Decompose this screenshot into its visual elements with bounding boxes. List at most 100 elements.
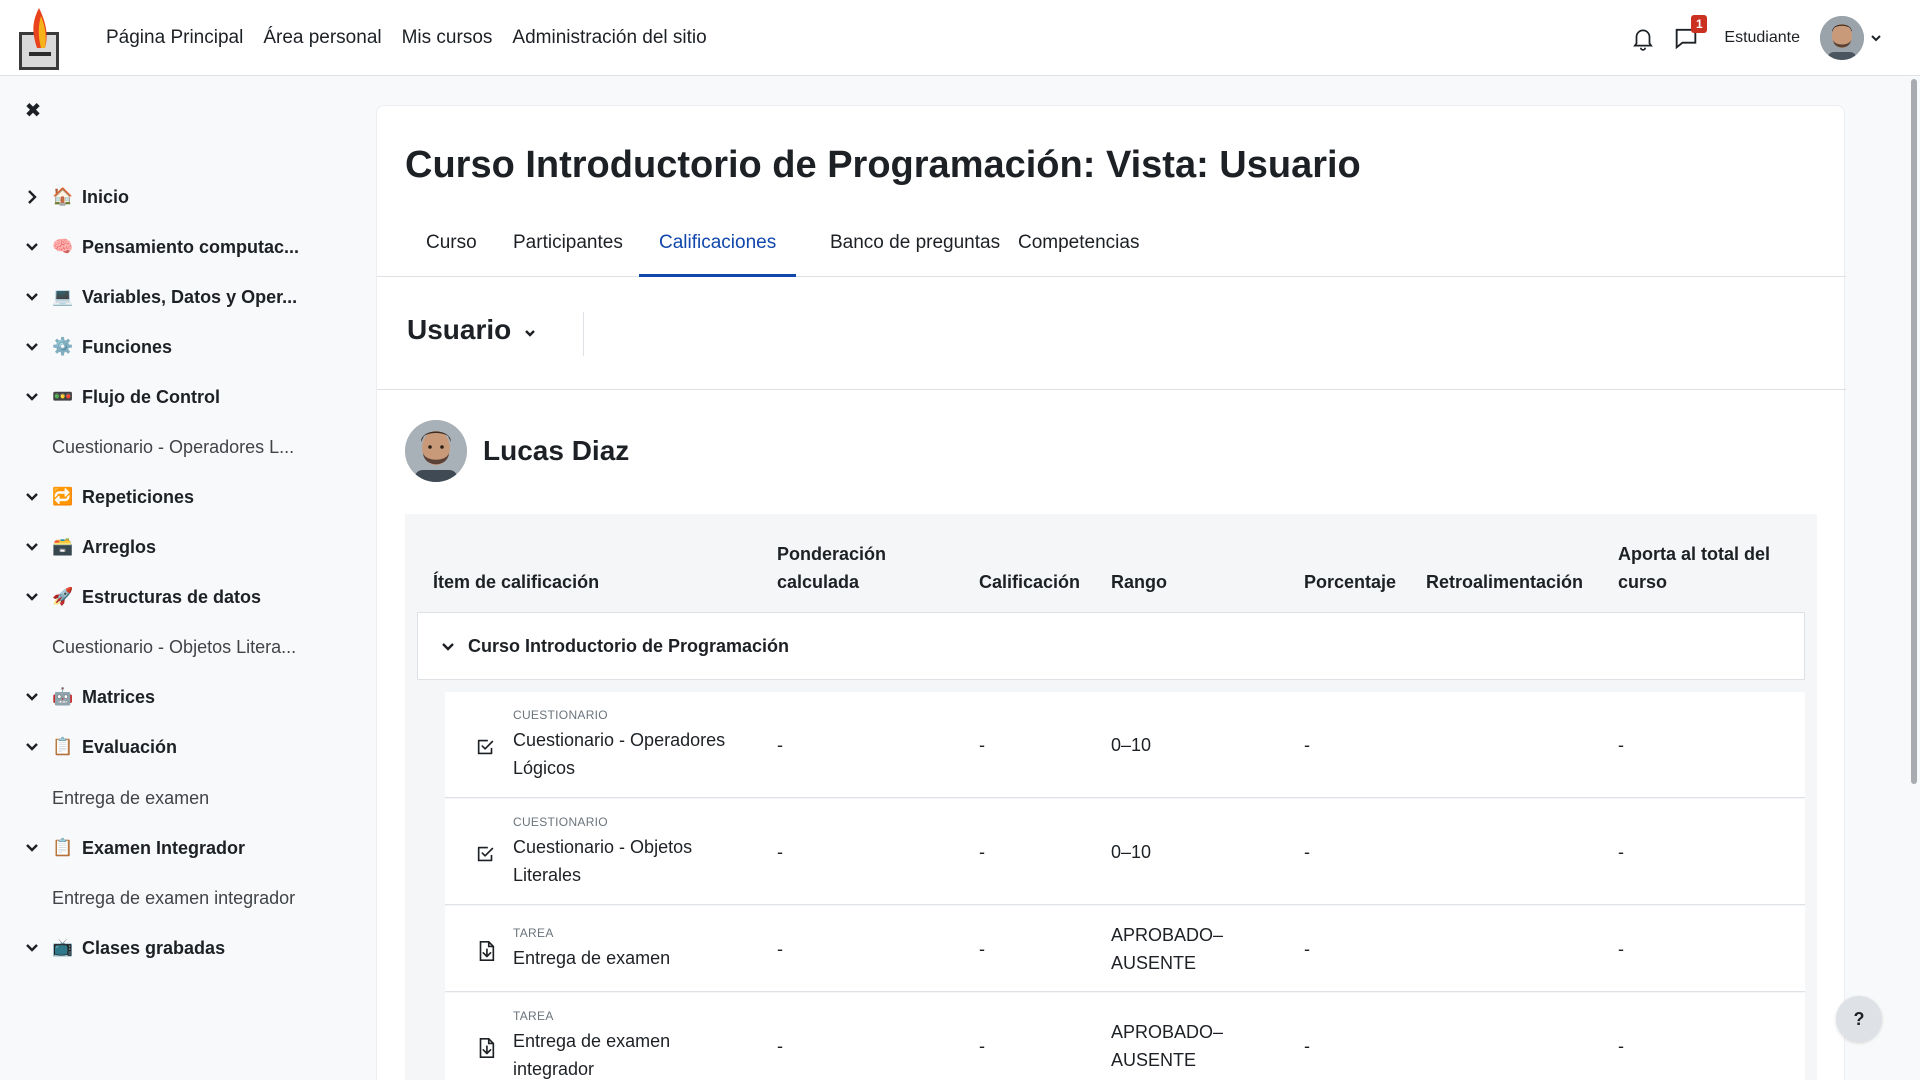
grade-category-row[interactable]: Curso Introductorio de Programación: [417, 612, 1805, 680]
sidebar-section[interactable]: 📋 Examen Integrador: [22, 833, 245, 863]
column-header-weight-line2: calculada: [777, 572, 860, 592]
sidebar-section-label: Variables, Datos y Oper...: [82, 286, 298, 307]
traffic-light-icon: 🚥: [52, 387, 74, 406]
weight-cell: -: [777, 1036, 783, 1056]
sidebar-section[interactable]: 🚀 Estructuras de datos: [22, 582, 261, 612]
chevron-right-icon[interactable]: [22, 187, 42, 207]
sidebar-activity-link[interactable]: Entrega de examen integrador: [52, 883, 295, 913]
contribution-cell: -: [1618, 842, 1624, 862]
user-full-name[interactable]: Lucas Diaz: [483, 435, 629, 467]
grade-category-name: Curso Introductorio de Programación: [468, 635, 790, 656]
bell-icon[interactable]: [1630, 25, 1656, 51]
user-avatar-large[interactable]: [405, 420, 467, 482]
sidebar-section[interactable]: 🚥 Flujo de Control: [22, 382, 220, 412]
chevron-down-icon[interactable]: [22, 387, 42, 407]
sidebar-section[interactable]: 🏠 Inicio: [22, 182, 129, 212]
sidebar-section[interactable]: ⚙️ Funciones: [22, 332, 172, 362]
percentage-cell: -: [1304, 735, 1310, 755]
weight-cell: -: [777, 842, 783, 862]
report-view-selector[interactable]: Usuario: [407, 314, 537, 346]
chevron-down-icon[interactable]: [22, 838, 42, 858]
tab-grades[interactable]: Calificaciones: [639, 221, 797, 277]
page-scrollbar[interactable]: [1908, 77, 1920, 1080]
chevron-down-icon[interactable]: [440, 638, 456, 654]
range-cell: 0–10: [1111, 731, 1151, 759]
package-icon: 🗃️: [52, 537, 74, 556]
sidebar-section-label: Inicio: [82, 186, 130, 207]
nav-site-admin[interactable]: Administración del sitio: [512, 27, 706, 49]
sidebar-section[interactable]: 📋 Evaluación: [22, 732, 177, 762]
chevron-down-icon[interactable]: [22, 337, 42, 357]
course-secondary-navigation: Curso Participantes Calificaciones Banco…: [377, 221, 1846, 277]
close-drawer-button[interactable]: ✖: [22, 100, 44, 122]
tab-question-bank[interactable]: Banco de preguntas: [810, 221, 1020, 277]
column-header-grade: Calificación: [979, 572, 1081, 592]
grade-item-name-line1: Cuestionario - Operadores: [513, 730, 726, 750]
rocket-icon: 🚀: [52, 587, 74, 606]
site-logo[interactable]: [19, 8, 59, 70]
quiz-icon: [477, 846, 494, 862]
column-header-range: Rango: [1111, 572, 1167, 592]
sidebar-section-label: Examen Integrador: [82, 837, 246, 858]
sidebar-section-label: Flujo de Control: [82, 386, 220, 407]
range-line2: AUSENTE: [1111, 953, 1197, 973]
sidebar-section[interactable]: 🤖 Matrices: [22, 682, 155, 712]
report-view-label: Usuario: [407, 314, 512, 345]
sidebar-section[interactable]: 🔁 Repeticiones: [22, 482, 194, 512]
sidebar-section-label: Estructuras de datos: [82, 586, 262, 607]
table-row: CUESTIONARIO Cuestionario - Operadores Lóg…: [445, 692, 1805, 798]
nav-home[interactable]: Página Principal: [106, 27, 243, 49]
chevron-down-icon[interactable]: [22, 737, 42, 757]
house-icon: 🏠: [52, 187, 74, 206]
tab-competencies[interactable]: Competencias: [998, 221, 1159, 277]
grade-item-name-link[interactable]: Cuestionario - Objetos Literales: [513, 833, 753, 889]
scrollbar-thumb[interactable]: [1911, 79, 1917, 784]
sidebar-section[interactable]: 🧠 Pensamiento computac...: [22, 232, 299, 262]
column-header-feedback: Retroalimentación: [1426, 572, 1584, 592]
column-header-contribution-line2: curso: [1618, 572, 1668, 592]
sidebar-section-label: Pensamiento computac...: [82, 236, 300, 257]
sidebar-section-label: Evaluación: [82, 736, 178, 757]
sidebar-activity-link[interactable]: Entrega de examen: [52, 783, 209, 813]
chevron-down-icon[interactable]: [22, 587, 42, 607]
column-header-item: Ítem de calificación: [433, 572, 600, 592]
range-cell: 0–10: [1111, 838, 1151, 866]
percentage-cell: -: [1304, 1036, 1310, 1056]
sidebar-section[interactable]: 🗃️ Arreglos: [22, 532, 156, 562]
nav-my-courses[interactable]: Mis cursos: [402, 27, 493, 49]
grade-item-type: TAREA: [513, 1009, 554, 1023]
course-index-drawer: ✖ 🏠 Inicio 🧠 Pensamiento computac... 💻 Variab…: [0, 77, 370, 1080]
user-role-label: Estudiante: [1724, 29, 1800, 46]
top-navbar: Página Principal Área personal Mis curso…: [0, 0, 1920, 76]
robot-icon: 🤖: [52, 687, 74, 706]
gear-icon: ⚙️: [52, 337, 74, 356]
sidebar-activity-link[interactable]: Cuestionario - Operadores L...: [52, 432, 294, 462]
grade-item-name-link[interactable]: Entrega de examen integrador: [513, 1027, 753, 1080]
grade-item-name-link[interactable]: Cuestionario - Operadores Lógicos: [513, 726, 753, 782]
selector-divider: [583, 312, 584, 356]
chevron-down-icon[interactable]: [22, 487, 42, 507]
nav-dashboard[interactable]: Área personal: [263, 27, 381, 49]
chevron-down-icon[interactable]: [22, 287, 42, 307]
user-avatar[interactable]: [1820, 16, 1864, 60]
chevron-down-icon[interactable]: [22, 687, 42, 707]
chevron-down-icon[interactable]: [22, 237, 42, 257]
chevron-down-icon: [525, 330, 536, 337]
table-row: CUESTIONARIO Cuestionario - Objetos Litera…: [445, 799, 1805, 905]
sidebar-activity-link[interactable]: Cuestionario - Objetos Litera...: [52, 632, 296, 662]
tab-course[interactable]: Curso: [406, 221, 497, 277]
contribution-cell: -: [1618, 939, 1624, 959]
chevron-down-icon[interactable]: [1870, 32, 1882, 44]
chevron-down-icon[interactable]: [22, 537, 42, 557]
tab-participants[interactable]: Participantes: [493, 221, 643, 277]
sidebar-section[interactable]: 💻 Variables, Datos y Oper...: [22, 282, 297, 312]
laptop-icon: 💻: [52, 287, 74, 306]
chevron-down-icon[interactable]: [22, 938, 42, 958]
sidebar-section-label: Matrices: [82, 686, 156, 707]
avatar-face-icon: [1820, 16, 1864, 60]
sidebar-section[interactable]: 📺 Clases grabadas: [22, 933, 225, 963]
help-button[interactable]: ?: [1836, 996, 1882, 1042]
messages-button[interactable]: 1: [1672, 15, 1708, 52]
grade-item-type: TAREA: [513, 926, 554, 940]
grade-item-name-link[interactable]: Entrega de examen: [513, 944, 753, 972]
